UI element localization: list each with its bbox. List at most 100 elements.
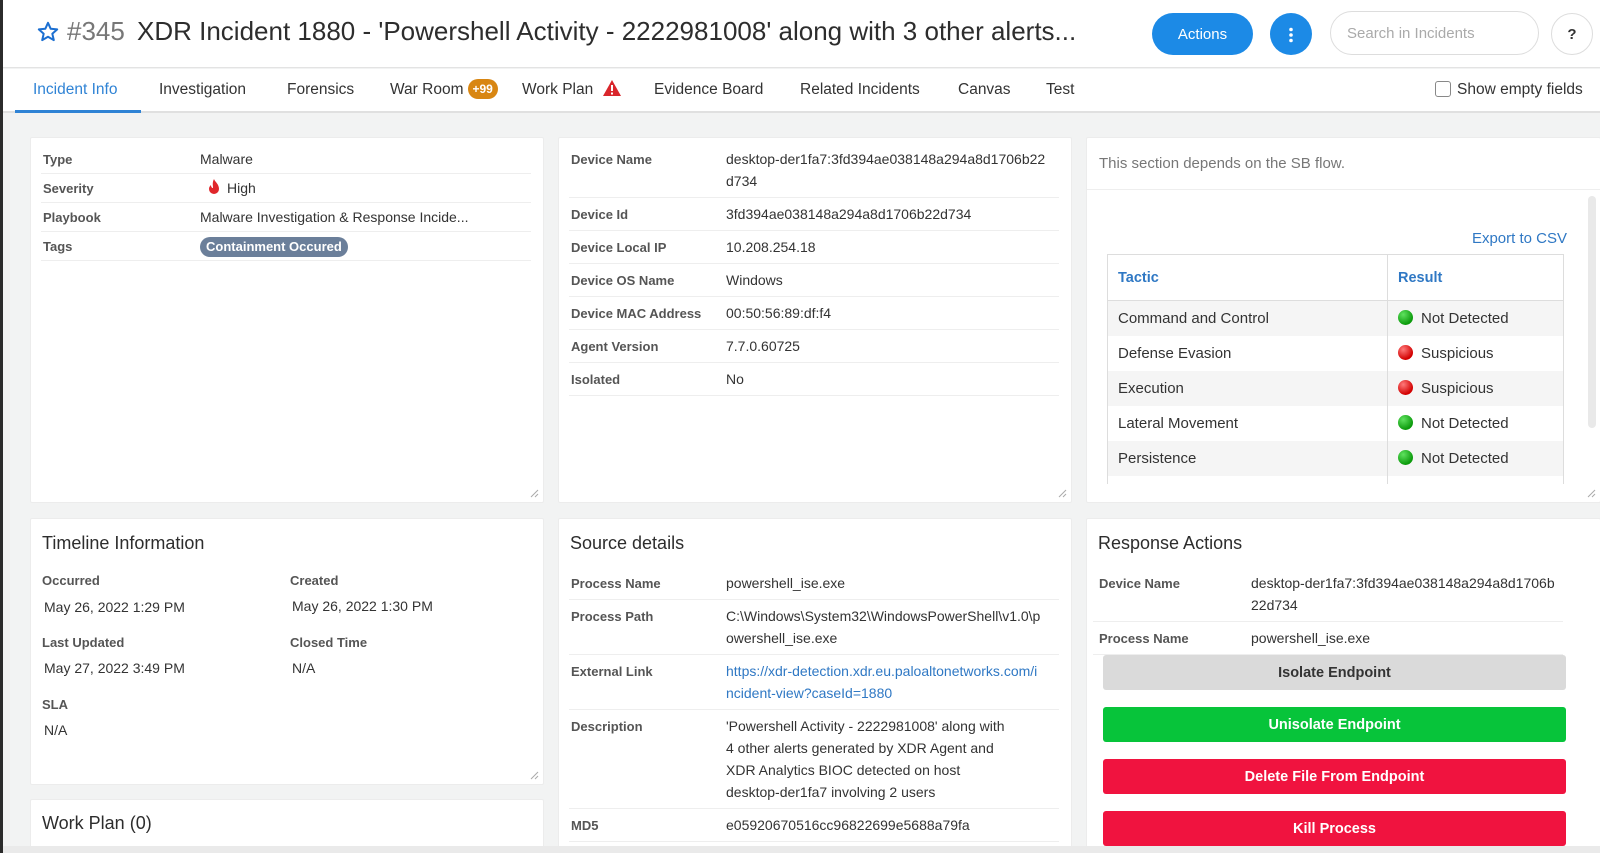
bottom-bar <box>3 846 1600 853</box>
warning-icon <box>602 80 621 96</box>
created-label: Created <box>290 573 339 588</box>
actions-button[interactable]: Actions <box>1152 13 1253 55</box>
tab-test[interactable]: Test <box>1046 69 1074 113</box>
sla-label: SLA <box>42 697 68 712</box>
tab-war-room-label: War Room <box>390 81 464 98</box>
severity-value: High <box>227 180 256 196</box>
field-process-path: Process Path C:\Windows\System32\Windows… <box>569 600 1059 655</box>
tactic-row: Persistence Not Detected <box>1107 440 1564 476</box>
resize-handle-icon[interactable] <box>529 488 539 498</box>
field-label: MD5 <box>571 818 599 833</box>
external-link[interactable]: https://xdr-detection.xdr.eu.paloaltonet… <box>726 660 1041 704</box>
tactic-result: Suspicious <box>1387 370 1564 406</box>
resize-handle-icon[interactable] <box>529 770 539 780</box>
last-updated-value: May 27, 2022 3:49 PM <box>44 660 185 676</box>
column-header-result[interactable]: Result <box>1387 254 1564 301</box>
tactic-result: Suspicious <box>1387 335 1564 371</box>
field-external-link: External Link https://xdr-detection.xdr.… <box>569 655 1059 710</box>
tactic-name: Privilege Escalation <box>1107 475 1388 484</box>
tactic-row: Execution Suspicious <box>1107 370 1564 406</box>
tactic-name: Persistence <box>1107 440 1388 476</box>
created-value: May 26, 2022 1:30 PM <box>292 598 433 614</box>
tactic-row: Lateral Movement Not Detected <box>1107 405 1564 441</box>
field-label: Description <box>571 719 643 734</box>
tactic-name: Lateral Movement <box>1107 405 1388 441</box>
kill-process-button[interactable]: Kill Process <box>1103 811 1566 846</box>
closed-time-label: Closed Time <box>290 635 368 650</box>
not-detected-status-icon <box>1398 414 1413 430</box>
field-value: 10.208.254.18 <box>726 239 816 255</box>
field-label: Type <box>43 152 73 167</box>
field-md5: MD5 e05920670516cc96822699e5688a79fa <box>569 809 1059 842</box>
suspicious-status-icon <box>1398 379 1413 395</box>
tactic-result: Not Detected <box>1387 300 1564 336</box>
tactic-name: Execution <box>1107 370 1388 406</box>
tab-evidence-board[interactable]: Evidence Board <box>654 69 763 113</box>
tactic-row: Defense Evasion Suspicious <box>1107 335 1564 371</box>
tag-badge[interactable]: Containment Occured <box>200 237 348 257</box>
tab-war-room[interactable]: War Room +99 <box>390 69 498 113</box>
result-label: Not Detected <box>1421 309 1509 327</box>
tab-work-plan[interactable]: Work Plan <box>522 69 622 113</box>
work-plan-title: Work Plan (0) <box>42 813 152 833</box>
field-value: powershell_ise.exe <box>1251 630 1371 646</box>
section-note: This section depends on the SB flow. <box>1087 138 1600 190</box>
source-details-card: Source details Process Name powershell_i… <box>558 518 1072 853</box>
field-agent-version: Agent Version 7.7.0.60725 <box>569 330 1059 363</box>
field-device-name: Device Name desktop-der1fa7:3fd394ae0381… <box>1093 567 1563 622</box>
unisolate-endpoint-button[interactable]: Unisolate Endpoint <box>1103 707 1566 742</box>
field-isolated: Isolated No <box>569 363 1059 396</box>
search-incidents-input[interactable] <box>1330 11 1539 55</box>
field-device-name: Device Name desktop-der1fa7:3fd394ae0381… <box>569 143 1059 198</box>
help-button[interactable]: ? <box>1551 13 1593 55</box>
resize-handle-icon[interactable] <box>1586 488 1596 498</box>
field-label: Playbook <box>43 210 101 225</box>
result-label: Not Detected <box>1421 414 1509 432</box>
tactics-scroll-area: Export to CSV Tactic Result Command and … <box>1107 194 1567 484</box>
field-label: Device Id <box>571 207 629 222</box>
star-icon[interactable] <box>36 20 60 44</box>
resize-handle-icon[interactable] <box>1057 488 1067 498</box>
fire-icon <box>209 179 219 194</box>
not-detected-status-icon <box>1398 309 1413 325</box>
field-value: C:\Windows\System32\WindowsPowerShell\v1… <box>726 608 1041 646</box>
result-label: Suspicious <box>1421 379 1494 397</box>
column-header-tactic[interactable]: Tactic <box>1107 254 1388 301</box>
field-device-local-ip: Device Local IP 10.208.254.18 <box>569 231 1059 264</box>
timeline-card: Timeline Information Occurred May 26, 20… <box>30 518 544 785</box>
tactic-result: Not Detected <box>1387 405 1564 441</box>
delete-file-button[interactable]: Delete File From Endpoint <box>1103 759 1566 794</box>
sla-value: N/A <box>44 722 68 738</box>
field-label: Agent Version <box>571 339 659 354</box>
export-csv-link[interactable]: Export to CSV <box>1472 230 1567 247</box>
response-actions-title: Response Actions <box>1098 533 1243 553</box>
occurred-value: May 26, 2022 1:29 PM <box>44 599 185 615</box>
not-detected-status-icon <box>1398 449 1413 465</box>
field-label: Tags <box>43 239 73 254</box>
tab-investigation[interactable]: Investigation <box>159 69 246 113</box>
incident-number: #345 <box>67 16 125 46</box>
source-details-title: Source details <box>570 533 685 553</box>
result-label: Suspicious <box>1421 344 1494 362</box>
field-label: Device OS Name <box>571 273 675 288</box>
tab-forensics[interactable]: Forensics <box>287 69 354 113</box>
more-options-button[interactable] <box>1270 13 1312 55</box>
field-label: Process Name <box>571 576 661 591</box>
scrollbar[interactable] <box>1588 196 1596 428</box>
tab-canvas[interactable]: Canvas <box>958 69 1011 113</box>
isolate-endpoint-button[interactable]: Isolate Endpoint <box>1103 655 1566 690</box>
show-empty-fields-toggle[interactable]: Show empty fields <box>1435 69 1583 113</box>
tactic-row: Command and Control Not Detected <box>1107 300 1564 336</box>
tab-incident-info[interactable]: Incident Info <box>33 69 117 113</box>
show-empty-fields-checkbox[interactable] <box>1435 81 1451 97</box>
incident-header: #345 XDR Incident 1880 - 'Powershell Act… <box>3 0 1600 68</box>
field-value: 00:50:56:89:df:f4 <box>726 305 832 321</box>
field-label: Device Name <box>1099 576 1180 591</box>
tab-bar: Incident Info Investigation Forensics Wa… <box>3 69 1600 113</box>
playbook-link[interactable]: Malware Investigation & Response Incide.… <box>200 206 468 228</box>
tab-related-incidents[interactable]: Related Incidents <box>800 69 920 113</box>
field-label: Device Name <box>571 152 652 167</box>
tab-work-plan-label: Work Plan <box>522 81 594 98</box>
field-type: Type Malware <box>41 145 531 174</box>
response-actions-card: Response Actions Device Name desktop-der… <box>1086 518 1600 853</box>
